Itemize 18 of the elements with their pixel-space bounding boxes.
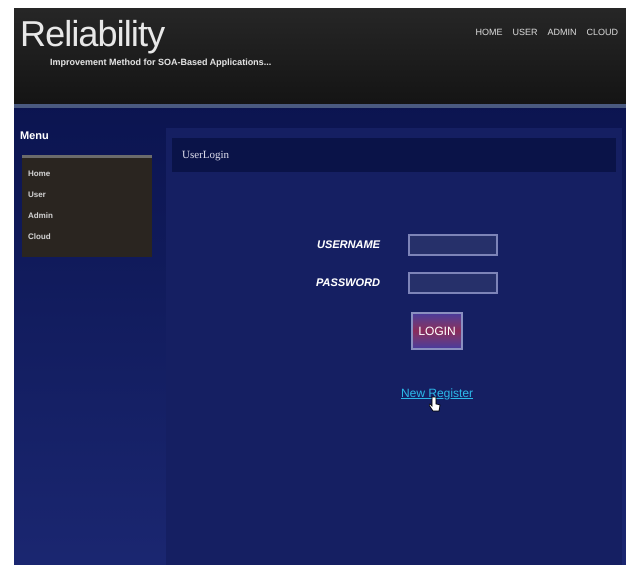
menu-item[interactable]: User [28,188,146,200]
input-field[interactable] [408,234,498,256]
menu-item[interactable]: Admin [28,210,146,222]
field-label: USERNAME [316,238,380,253]
menu-item[interactable]: Cloud [28,230,146,242]
login-button[interactable]: LOGIN [411,312,463,350]
nav-link[interactable]: CLOUD [586,26,618,40]
site-tagline: Improvement Method for SOA-Based Applications... [50,56,272,69]
nav-link[interactable]: HOME [475,26,502,40]
site-logo: Reliability [20,14,166,54]
nav-link[interactable]: USER [512,26,538,40]
panel-heading: UserLogin [182,148,230,163]
menu-item[interactable]: Home [28,168,146,180]
field-label: PASSWORD [315,276,380,291]
menu-title: Menu [20,129,50,144]
input-field[interactable] [408,272,498,294]
nav-link[interactable]: ADMIN [547,26,576,40]
register-link[interactable]: New Register [400,384,474,402]
